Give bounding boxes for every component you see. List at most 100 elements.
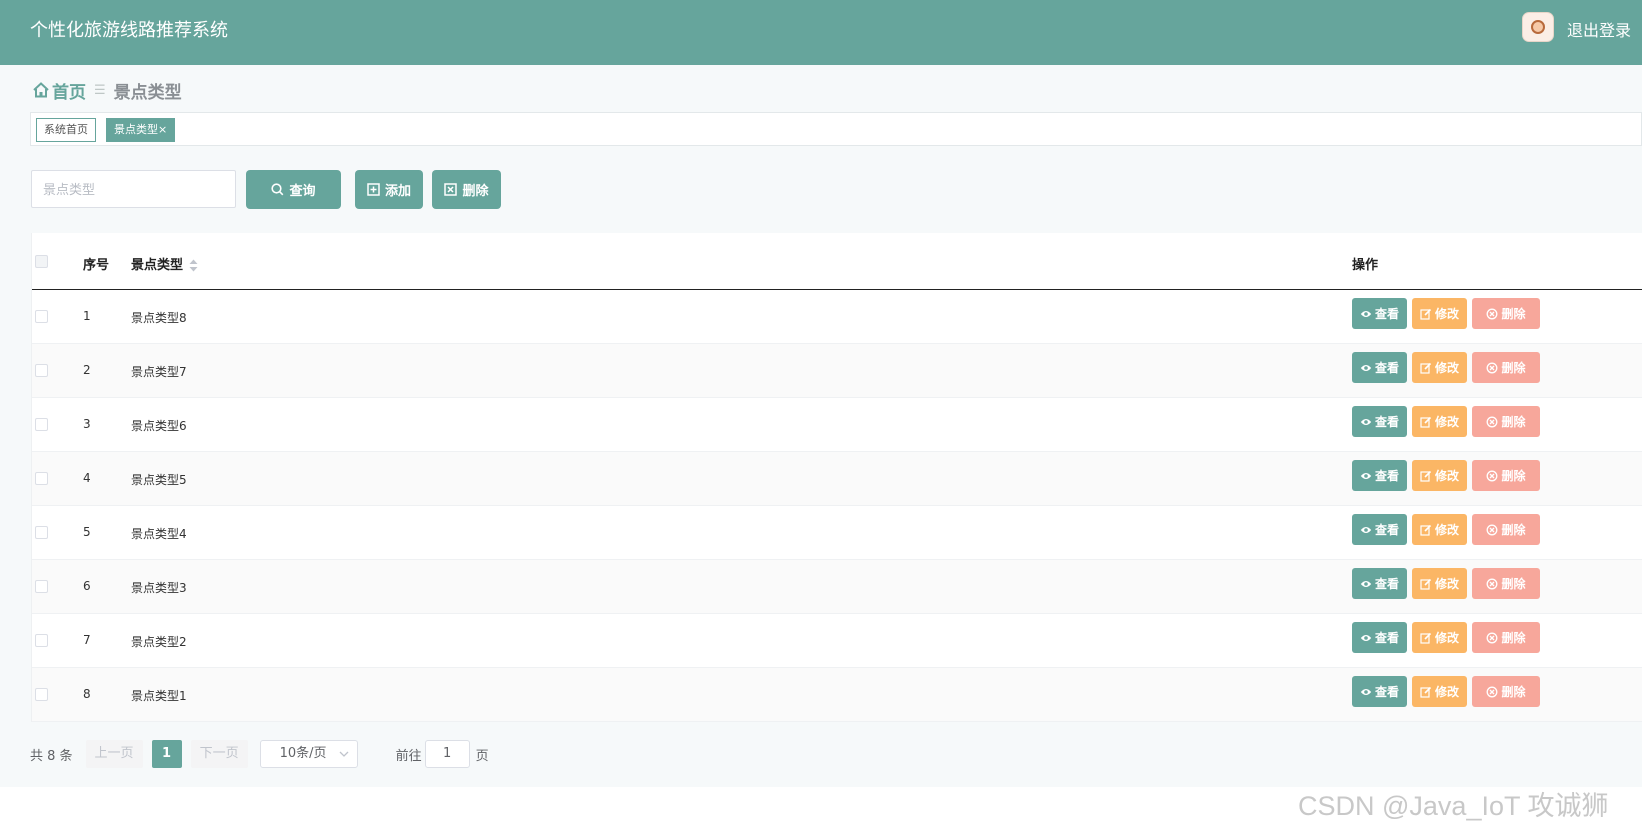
- close-circle-icon: [1487, 686, 1498, 697]
- goto-label: 前往: [395, 748, 422, 764]
- row-actions: 查看 修改 删除: [1352, 298, 1540, 329]
- close-circle-icon: [1487, 308, 1498, 319]
- row-checkbox[interactable]: [35, 418, 48, 431]
- view-button[interactable]: 查看: [1352, 406, 1407, 437]
- delete-button[interactable]: 删除: [1472, 676, 1540, 707]
- select-all-checkbox[interactable]: [35, 255, 48, 268]
- column-header-ops: 操作: [1352, 258, 1379, 273]
- row-checkbox[interactable]: [35, 472, 48, 485]
- delete-button[interactable]: 删除: [1472, 352, 1540, 383]
- prev-page-button[interactable]: 上一页: [85, 740, 143, 768]
- close-circle-icon: [1487, 632, 1498, 643]
- view-button[interactable]: 查看: [1352, 676, 1407, 707]
- delete-button[interactable]: 删除: [1472, 460, 1540, 491]
- breadcrumb-home[interactable]: 首页: [52, 78, 86, 103]
- row-actions: 查看 修改 删除: [1352, 676, 1540, 707]
- view-button-label: 查看: [1374, 361, 1399, 375]
- row-actions: 查看 修改 删除: [1352, 622, 1540, 653]
- tag-scenic-type-label: 景点类型: [114, 123, 158, 136]
- view-button-label: 查看: [1374, 577, 1399, 591]
- table-row: 8 景点类型1 查看 修改 删除: [32, 668, 1642, 722]
- row-checkbox[interactable]: [35, 688, 48, 701]
- row-checkbox[interactable]: [35, 364, 48, 377]
- breadcrumb-separator-icon: ☰: [94, 82, 106, 98]
- edit-button[interactable]: 修改: [1412, 460, 1467, 491]
- cell-type: 景点类型1: [131, 689, 187, 703]
- cell-type: 景点类型4: [131, 527, 187, 541]
- cell-type: 景点类型7: [131, 365, 187, 379]
- view-button[interactable]: 查看: [1352, 460, 1407, 491]
- tag-close-icon[interactable]: ×: [158, 123, 167, 136]
- view-button[interactable]: 查看: [1352, 568, 1407, 599]
- row-actions: 查看 修改 删除: [1352, 568, 1540, 599]
- column-header-type[interactable]: 景点类型: [131, 254, 198, 273]
- edit-icon: [1420, 524, 1432, 536]
- delete-button[interactable]: 删除: [1472, 568, 1540, 599]
- row-checkbox[interactable]: [35, 526, 48, 539]
- cell-seq: 1: [83, 309, 91, 323]
- user-avatar-icon[interactable]: [1522, 12, 1554, 42]
- query-button[interactable]: 查询: [246, 170, 341, 209]
- tag-home[interactable]: 系统首页: [36, 118, 96, 142]
- eye-icon: [1360, 418, 1372, 425]
- delete-button-label: 删除: [1501, 361, 1526, 375]
- edit-button[interactable]: 修改: [1412, 352, 1467, 383]
- view-button[interactable]: 查看: [1352, 298, 1407, 329]
- delete-button[interactable]: 删除: [1472, 406, 1540, 437]
- goto-page-input[interactable]: 1: [424, 740, 470, 768]
- view-button[interactable]: 查看: [1352, 514, 1407, 545]
- row-checkbox[interactable]: [35, 634, 48, 647]
- column-header-type-label: 景点类型: [131, 258, 184, 273]
- logout-button[interactable]: 退出登录: [1567, 17, 1631, 41]
- delete-button-label: 删除: [1501, 685, 1526, 699]
- delete-button[interactable]: 删除: [1472, 622, 1540, 653]
- edit-button-label: 修改: [1434, 307, 1459, 321]
- edit-button[interactable]: 修改: [1412, 676, 1467, 707]
- edit-button[interactable]: 修改: [1412, 298, 1467, 329]
- page-unit-label: 页: [475, 748, 489, 764]
- add-button-label: 添加: [384, 183, 411, 198]
- row-actions: 查看 修改 删除: [1352, 460, 1540, 491]
- table-header: 序号 景点类型 操作: [32, 233, 1642, 290]
- watermark: CSDN @Java_IoT 攻诚狮: [1298, 791, 1609, 821]
- cell-seq: 6: [83, 579, 91, 593]
- row-checkbox[interactable]: [35, 580, 48, 593]
- add-button[interactable]: 添加: [355, 170, 423, 209]
- edit-button[interactable]: 修改: [1412, 514, 1467, 545]
- edit-button-label: 修改: [1434, 631, 1459, 645]
- batch-delete-button[interactable]: 删除: [432, 170, 501, 209]
- table-row: 2 景点类型7 查看 修改 删除: [32, 344, 1642, 398]
- eye-icon: [1360, 472, 1372, 479]
- close-circle-icon: [1487, 524, 1498, 535]
- row-checkbox[interactable]: [35, 310, 48, 323]
- view-button[interactable]: 查看: [1352, 352, 1407, 383]
- pagination-total: 共 8 条: [30, 748, 73, 764]
- search-input[interactable]: [31, 170, 236, 208]
- page-size-select[interactable]: 10条/页: [259, 740, 358, 768]
- cell-type: 景点类型8: [131, 311, 187, 325]
- edit-button[interactable]: 修改: [1412, 406, 1467, 437]
- view-button-label: 查看: [1374, 469, 1399, 483]
- edit-button[interactable]: 修改: [1412, 568, 1467, 599]
- page-number-current[interactable]: 1: [151, 740, 182, 768]
- edit-button-label: 修改: [1434, 523, 1459, 537]
- delete-button[interactable]: 删除: [1472, 298, 1540, 329]
- cell-seq: 2: [83, 363, 91, 377]
- edit-icon: [1420, 686, 1432, 698]
- page-size-value: 10条/页: [279, 746, 327, 761]
- sort-icon[interactable]: [189, 259, 198, 272]
- tags-bar: 系统首页 景点类型×: [30, 112, 1642, 146]
- view-button-label: 查看: [1374, 685, 1399, 699]
- tag-scenic-type[interactable]: 景点类型×: [106, 118, 176, 142]
- next-page-button[interactable]: 下一页: [190, 740, 248, 768]
- plus-square-icon: [367, 183, 380, 196]
- breadcrumb-current: 景点类型: [113, 82, 182, 103]
- row-actions: 查看 修改 删除: [1352, 352, 1540, 383]
- delete-button-label: 删除: [1501, 523, 1526, 537]
- edit-button[interactable]: 修改: [1412, 622, 1467, 653]
- close-circle-icon: [1487, 416, 1498, 427]
- eye-icon: [1360, 688, 1372, 695]
- delete-button[interactable]: 删除: [1472, 514, 1540, 545]
- view-button[interactable]: 查看: [1352, 622, 1407, 653]
- delete-button-label: 删除: [1501, 307, 1526, 321]
